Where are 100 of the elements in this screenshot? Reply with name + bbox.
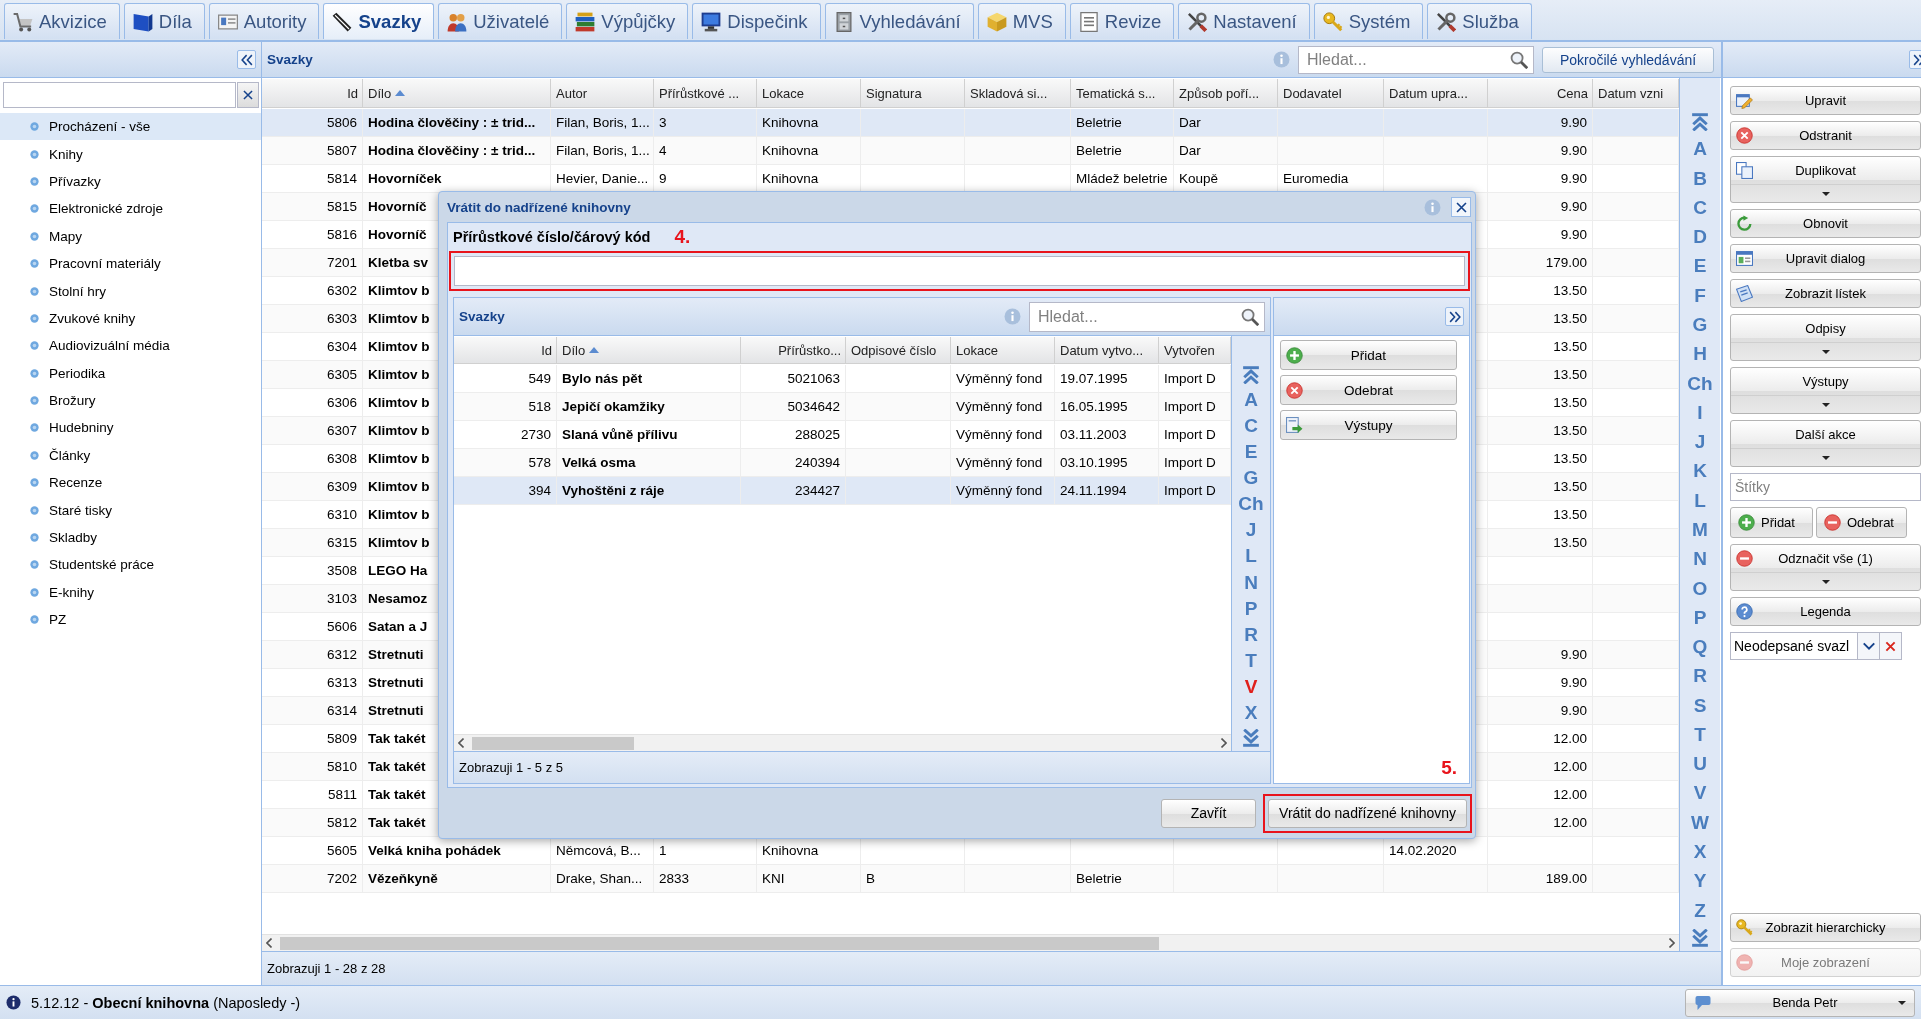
table-row[interactable]: 7202 Vězeňkyně Drake, Shan... 2833 KNI B Beletrie 189.00: [262, 865, 1679, 893]
action-button[interactable]: Přidat: [1730, 507, 1813, 538]
table-row[interactable]: 5605 Velká kniha pohádek Němcová, B... 1 Knihovna 14.02.2020: [262, 837, 1679, 865]
column-header[interactable]: Tematická s...: [1071, 79, 1174, 107]
column-header[interactable]: Lokace: [757, 79, 861, 107]
sidebar-item[interactable]: Elektronické zdroje: [0, 195, 261, 223]
sidebar-item[interactable]: PZ: [0, 606, 261, 634]
dialog-button[interactable]: Zavřít: [1161, 798, 1257, 828]
dropdown-button[interactable]: [1858, 632, 1880, 660]
sidebar-item[interactable]: Skladby: [0, 523, 261, 552]
column-header[interactable]: Dílo: [363, 79, 551, 107]
search-icon[interactable]: [1510, 50, 1528, 69]
column-header[interactable]: Lokace: [951, 337, 1055, 363]
sidebar-item[interactable]: Hudebniny: [0, 414, 261, 442]
sidebar-item[interactable]: Staré tisky: [0, 496, 261, 524]
tab[interactable]: Služba: [1427, 3, 1532, 39]
action-button[interactable]: Legenda: [1730, 597, 1921, 626]
action-button[interactable]: Upravit: [1730, 86, 1921, 115]
menu-button[interactable]: Odpisy: [1730, 314, 1921, 361]
tab[interactable]: Vyhledávání: [824, 3, 974, 39]
action-button[interactable]: Odebrat: [1280, 375, 1457, 405]
table-row[interactable]: 5807 Hodina člověčiny : ± trid... Filan, Boris, 1... 4 Knihovna Beletrie Dar 9.90: [262, 137, 1679, 165]
sidebar-item[interactable]: Audiovizuální média: [0, 332, 261, 360]
double-chevron-down-icon[interactable]: [1691, 928, 1709, 947]
sidebar-item[interactable]: Pracovní materiály: [0, 249, 261, 278]
table-row[interactable]: 518 Jepičí okamžiky 5034642 Výměnný fond 16.05.1995 Import D: [454, 393, 1231, 421]
tab[interactable]: Svazky: [323, 3, 435, 39]
action-button[interactable]: Odstranit: [1730, 121, 1921, 150]
double-chevron-up-icon[interactable]: [1242, 366, 1260, 384]
action-button[interactable]: Upravit dialog: [1730, 244, 1921, 273]
tab[interactable]: Uživatelé: [438, 3, 563, 39]
filter-field[interactable]: [3, 82, 237, 108]
chevron-left-icon[interactable]: [266, 938, 272, 948]
tab[interactable]: Systém: [1313, 3, 1424, 39]
column-header[interactable]: Id: [262, 79, 363, 107]
sidebar-item[interactable]: Mapy: [0, 222, 261, 250]
sidebar-item[interactable]: Přívazky: [0, 167, 261, 196]
double-chevron-up-icon[interactable]: [1691, 113, 1709, 131]
table-row[interactable]: 5814 Hovorníček Hevier, Danie... 9 Knihovna Mládež beletrie Koupě Euromedia 9.90: [262, 165, 1679, 193]
menu-button[interactable]: Výstupy: [1730, 367, 1921, 414]
column-header[interactable]: Přírůstko...: [741, 337, 846, 363]
column-header[interactable]: Odpisové číslo: [846, 337, 951, 363]
clear-button[interactable]: [1880, 632, 1902, 660]
column-header[interactable]: Skladová si...: [965, 79, 1071, 107]
column-header[interactable]: Signatura: [861, 79, 965, 107]
tab[interactable]: Akvizice: [4, 3, 120, 39]
menu-button[interactable]: Další akce: [1730, 420, 1921, 467]
tags-field[interactable]: Štítky: [1730, 473, 1921, 501]
sidebar-item[interactable]: Recenze: [0, 469, 261, 497]
table-row[interactable]: 2730 Slaná vůně přílivu 288025 Výměnný fond 03.11.2003 Import D: [454, 421, 1231, 449]
table-row[interactable]: 5806 Hodina člověčiny : ± trid... Filan, Boris, 1... 3 Knihovna Beletrie Dar 9.90: [262, 109, 1679, 137]
sidebar-item[interactable]: Stolní hry: [0, 277, 261, 305]
sidebar-item[interactable]: Články: [0, 441, 261, 470]
sidebar-item[interactable]: Procházení - vše: [0, 113, 261, 141]
column-header[interactable]: Dílo: [557, 337, 741, 363]
scrollbar-thumb[interactable]: [472, 736, 634, 750]
tab[interactable]: Dispečink: [692, 3, 821, 39]
sidebar-item[interactable]: Studentské práce: [0, 551, 261, 579]
horizontal-scrollbar[interactable]: [262, 934, 1679, 951]
sidebar-item[interactable]: Knihy: [0, 140, 261, 168]
action-button[interactable]: Výstupy: [1280, 410, 1457, 440]
close-button[interactable]: [1451, 197, 1471, 217]
column-header[interactable]: Cena: [1488, 79, 1593, 107]
tab[interactable]: Výpůjčky: [566, 3, 689, 39]
sidebar-item[interactable]: Periodika: [0, 359, 261, 387]
column-header[interactable]: Dodavatel: [1278, 79, 1384, 107]
column-header[interactable]: Id: [454, 337, 557, 363]
action-button[interactable]: Obnovit: [1730, 209, 1921, 238]
letter-link[interactable]: V: [1244, 676, 1258, 697]
combo-field[interactable]: Neodepsané svazl: [1730, 632, 1858, 660]
search-icon[interactable]: [1241, 307, 1259, 326]
tab[interactable]: Díla: [123, 3, 205, 39]
clear-button[interactable]: [237, 82, 259, 108]
action-button[interactable]: Zobrazit hierarchicky: [1730, 913, 1921, 942]
user-menu-button[interactable]: Benda Petr: [1685, 988, 1915, 1017]
table-row[interactable]: 578 Velká osma 240394 Výměnný fond 03.10.1995 Import D: [454, 449, 1231, 477]
search-field[interactable]: Hledat...: [1298, 45, 1534, 74]
action-button[interactable]: Odebrat: [1816, 507, 1907, 538]
chevron-right-icon[interactable]: [1669, 938, 1675, 948]
tab[interactable]: Autority: [208, 3, 320, 39]
tab[interactable]: Revize: [1069, 3, 1175, 39]
search-field[interactable]: Hledat...: [1029, 301, 1265, 332]
collapse-button[interactable]: [237, 50, 256, 69]
sidebar-item[interactable]: Zvukové knihy: [0, 304, 261, 333]
column-header[interactable]: Datum vytvo...: [1055, 337, 1159, 363]
action-button[interactable]: Přidat: [1280, 340, 1457, 370]
column-header[interactable]: Datum upra...: [1384, 79, 1488, 107]
scrollbar-thumb[interactable]: [280, 936, 1159, 950]
horizontal-scrollbar[interactable]: [454, 734, 1231, 751]
tab[interactable]: Nastavení: [1178, 3, 1310, 39]
advanced-search-button[interactable]: Pokročilé vyhledávání: [1542, 46, 1714, 73]
table-row[interactable]: 549 Bylo nás pět 5021063 Výměnný fond 19.07.1995 Import D: [454, 365, 1231, 393]
sidebar-item[interactable]: E-knihy: [0, 578, 261, 607]
dialog-button[interactable]: Vrátit do nadřízené knihovny: [1268, 798, 1467, 828]
expand-button[interactable]: [1445, 307, 1464, 326]
chevron-left-icon[interactable]: [458, 738, 464, 748]
column-header[interactable]: Způsob poří...: [1174, 79, 1278, 107]
tab[interactable]: MVS: [977, 3, 1066, 39]
double-chevron-down-icon[interactable]: [1242, 728, 1260, 747]
column-header[interactable]: Přírůstkové ...: [654, 79, 757, 107]
